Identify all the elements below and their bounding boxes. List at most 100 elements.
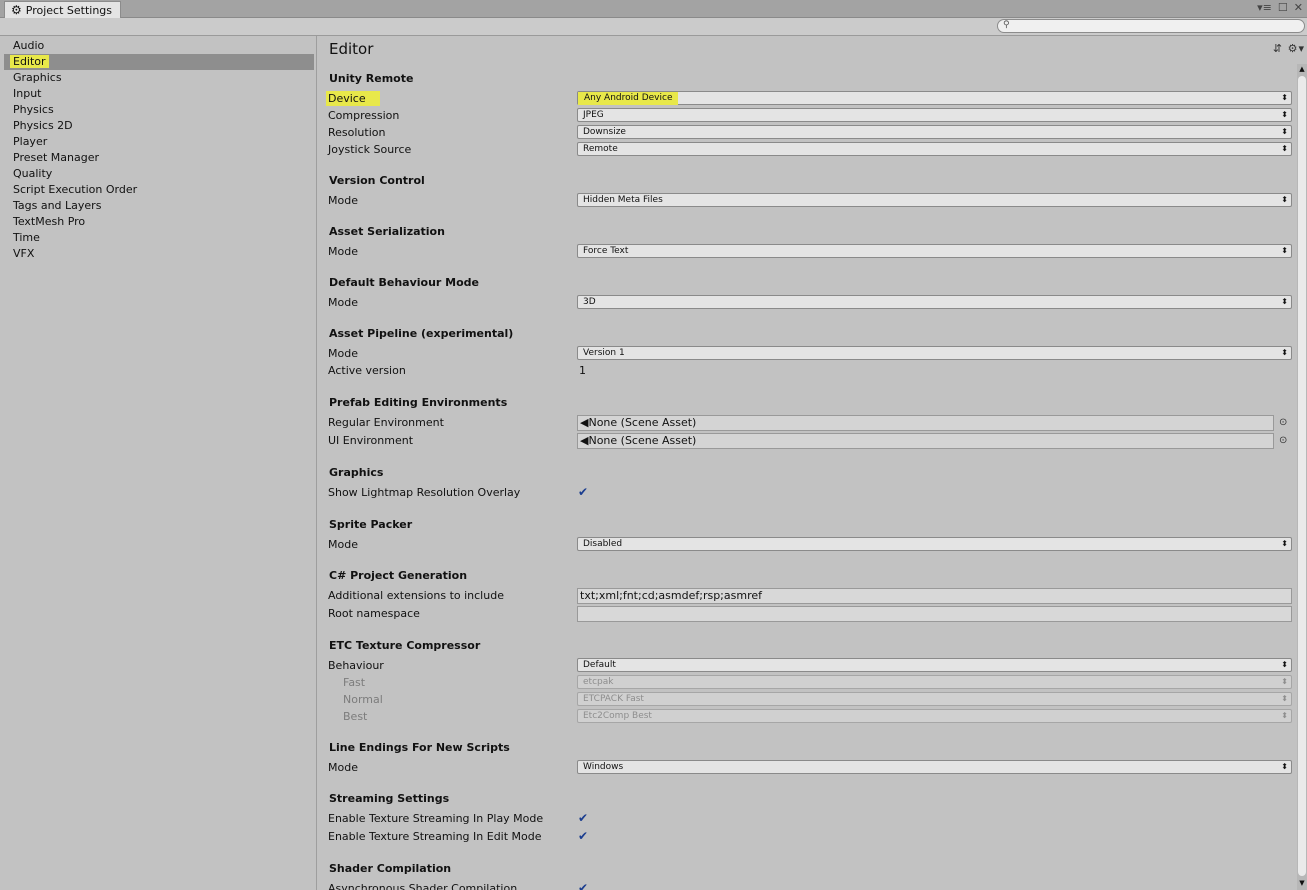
section-prefab-editing-environments: Prefab Editing Environments xyxy=(329,396,508,409)
dropdown-arrow-icon: ⬍ xyxy=(1281,246,1288,255)
joystick-source-dropdown[interactable]: Remote ⬍ xyxy=(577,142,1292,156)
dropdown-arrow-icon: ⬍ xyxy=(1281,660,1288,669)
streaming-edit-mode-checkbox[interactable]: ✔ xyxy=(578,830,590,842)
sidebar-item-graphics[interactable]: Graphics xyxy=(4,70,314,86)
sidebar-item-vfx[interactable]: VFX xyxy=(4,246,314,262)
object-picker-icon[interactable]: ⊙ xyxy=(1279,417,1287,428)
vertical-scrollbar[interactable]: ▲ ▼ xyxy=(1297,64,1307,890)
search-input[interactable]: ⚲ xyxy=(997,19,1305,33)
sidebar-item-textmesh-pro[interactable]: TextMesh Pro xyxy=(4,214,314,230)
compression-label: Compression xyxy=(328,109,400,122)
sidebar-item-input[interactable]: Input xyxy=(4,86,314,102)
sidebar-item-physics[interactable]: Physics xyxy=(4,102,314,118)
sidebar-item-audio[interactable]: Audio xyxy=(4,38,314,54)
etc-behaviour-label: Behaviour xyxy=(328,659,384,672)
window-menu-icon[interactable]: ▾≡ xyxy=(1257,1,1272,14)
sidebar-item-label: Script Execution Order xyxy=(13,183,138,196)
streaming-play-mode-label: Enable Texture Streaming In Play Mode xyxy=(328,812,544,825)
sidebar-item-label: Quality xyxy=(13,167,53,180)
dropdown-arrow-icon: ⬍ xyxy=(1281,694,1288,703)
dropdown-arrow-icon: ⬍ xyxy=(1281,93,1288,102)
sidebar-item-label: Audio xyxy=(13,39,45,52)
sidebar-item-preset-manager[interactable]: Preset Manager xyxy=(4,150,314,166)
section-graphics: Graphics xyxy=(329,466,384,479)
dropdown-value: 3D xyxy=(583,297,596,307)
sidebar-item-time[interactable]: Time xyxy=(4,230,314,246)
scroll-up-icon[interactable]: ▲ xyxy=(1297,64,1307,74)
regular-environment-field[interactable]: ◀None (Scene Asset) xyxy=(577,415,1274,431)
preset-settings-icon[interactable]: ⇵ ⚙▾ xyxy=(1273,42,1305,55)
project-settings-tab[interactable]: ⚙ Project Settings xyxy=(4,1,122,18)
regular-environment-label: Regular Environment xyxy=(328,416,444,429)
streaming-play-mode-checkbox[interactable]: ✔ xyxy=(578,812,590,824)
object-picker-icon[interactable]: ⊙ xyxy=(1279,435,1287,446)
section-shader-compilation: Shader Compilation xyxy=(329,862,452,875)
dropdown-arrow-icon: ⬍ xyxy=(1281,127,1288,136)
sidebar-item-label: VFX xyxy=(13,247,35,260)
dropdown-value: Downsize xyxy=(583,127,626,137)
section-etc-texture-compressor: ETC Texture Compressor xyxy=(329,639,481,652)
scroll-thumb[interactable] xyxy=(1298,76,1306,876)
streaming-edit-mode-label: Enable Texture Streaming In Edit Mode xyxy=(328,830,542,843)
etc-behaviour-dropdown[interactable]: Default ⬍ xyxy=(577,658,1292,672)
sidebar-item-tags-and-layers[interactable]: Tags and Layers xyxy=(4,198,314,214)
dropdown-value: Version 1 xyxy=(583,348,625,358)
dropdown-arrow-icon: ⬍ xyxy=(1281,762,1288,771)
sidebar-item-editor[interactable]: Editor xyxy=(4,54,314,70)
sidebar-item-label: Editor xyxy=(10,55,49,68)
etc-fast-label: Fast xyxy=(343,676,366,689)
sidebar-item-physics-2d[interactable]: Physics 2D xyxy=(4,118,314,134)
dropdown-value: Remote xyxy=(583,144,618,154)
resolution-dropdown[interactable]: Downsize ⬍ xyxy=(577,125,1292,139)
dropdown-arrow-icon: ⬍ xyxy=(1281,539,1288,548)
dropdown-value: Etc2Comp Best xyxy=(583,711,652,721)
sidebar-item-label: TextMesh Pro xyxy=(13,215,86,228)
root-namespace-input[interactable] xyxy=(577,606,1292,622)
ui-environment-field[interactable]: ◀None (Scene Asset) xyxy=(577,433,1274,449)
active-version-label: Active version xyxy=(328,364,406,377)
async-shader-compilation-checkbox[interactable]: ✔ xyxy=(578,882,590,890)
dropdown-value: Disabled xyxy=(583,539,623,549)
sidebar-item-player[interactable]: Player xyxy=(4,134,314,150)
asset-serialization-mode-label: Mode xyxy=(328,245,358,258)
close-icon[interactable]: ✕ xyxy=(1294,1,1303,14)
editor-settings-panel: Editor ⇵ ⚙▾ Unity Remote Device Any Andr… xyxy=(317,36,1307,890)
dropdown-value: JPEG xyxy=(583,110,604,120)
dropdown-value: Force Text xyxy=(583,246,629,256)
etc-normal-label: Normal xyxy=(343,693,383,706)
scroll-down-icon[interactable]: ▼ xyxy=(1297,878,1307,888)
dropdown-arrow-icon: ⬍ xyxy=(1281,144,1288,153)
line-endings-mode-dropdown[interactable]: Windows ⬍ xyxy=(577,760,1292,774)
etc-best-label: Best xyxy=(343,710,368,723)
sidebar-item-label: Physics 2D xyxy=(13,119,73,132)
compression-dropdown[interactable]: JPEG ⬍ xyxy=(577,108,1292,122)
async-shader-compilation-label: Asynchronous Shader Compilation xyxy=(328,882,518,890)
sidebar-item-label: Tags and Layers xyxy=(13,199,102,212)
sprite-packer-mode-dropdown[interactable]: Disabled ⬍ xyxy=(577,537,1292,551)
section-asset-serialization: Asset Serialization xyxy=(329,225,445,238)
ui-environment-label: UI Environment xyxy=(328,434,414,447)
section-line-endings: Line Endings For New Scripts xyxy=(329,741,510,754)
device-dropdown[interactable]: Any Android Device ⬍ xyxy=(577,91,1292,105)
asset-pipeline-mode-dropdown[interactable]: Version 1 ⬍ xyxy=(577,346,1292,360)
etc-normal-dropdown: ETCPACK Fast ⬍ xyxy=(577,692,1292,706)
default-behaviour-mode-label: Mode xyxy=(328,296,358,309)
default-behaviour-mode-dropdown[interactable]: 3D ⬍ xyxy=(577,295,1292,309)
dropdown-arrow-icon: ⬍ xyxy=(1281,711,1288,720)
section-sprite-packer: Sprite Packer xyxy=(329,518,413,531)
dropdown-value: Default xyxy=(583,660,616,670)
additional-extensions-input[interactable]: txt;xml;fnt;cd;asmdef;rsp;asmref xyxy=(577,588,1292,604)
dropdown-arrow-icon: ⬍ xyxy=(1281,110,1288,119)
line-endings-mode-label: Mode xyxy=(328,761,358,774)
asset-serialization-mode-dropdown[interactable]: Force Text ⬍ xyxy=(577,244,1292,258)
sidebar-item-label: Physics xyxy=(13,103,54,116)
sidebar-item-script-execution-order[interactable]: Script Execution Order xyxy=(4,182,314,198)
version-control-mode-dropdown[interactable]: Hidden Meta Files ⬍ xyxy=(577,193,1292,207)
maximize-icon[interactable]: ☐ xyxy=(1278,1,1288,14)
section-streaming-settings: Streaming Settings xyxy=(329,792,450,805)
sidebar-item-quality[interactable]: Quality xyxy=(4,166,314,182)
sidebar-item-label: Graphics xyxy=(13,71,62,84)
lightmap-overlay-checkbox[interactable]: ✔ xyxy=(578,486,590,498)
gear-icon: ⚙ xyxy=(11,3,22,17)
etc-best-dropdown: Etc2Comp Best ⬍ xyxy=(577,709,1292,723)
